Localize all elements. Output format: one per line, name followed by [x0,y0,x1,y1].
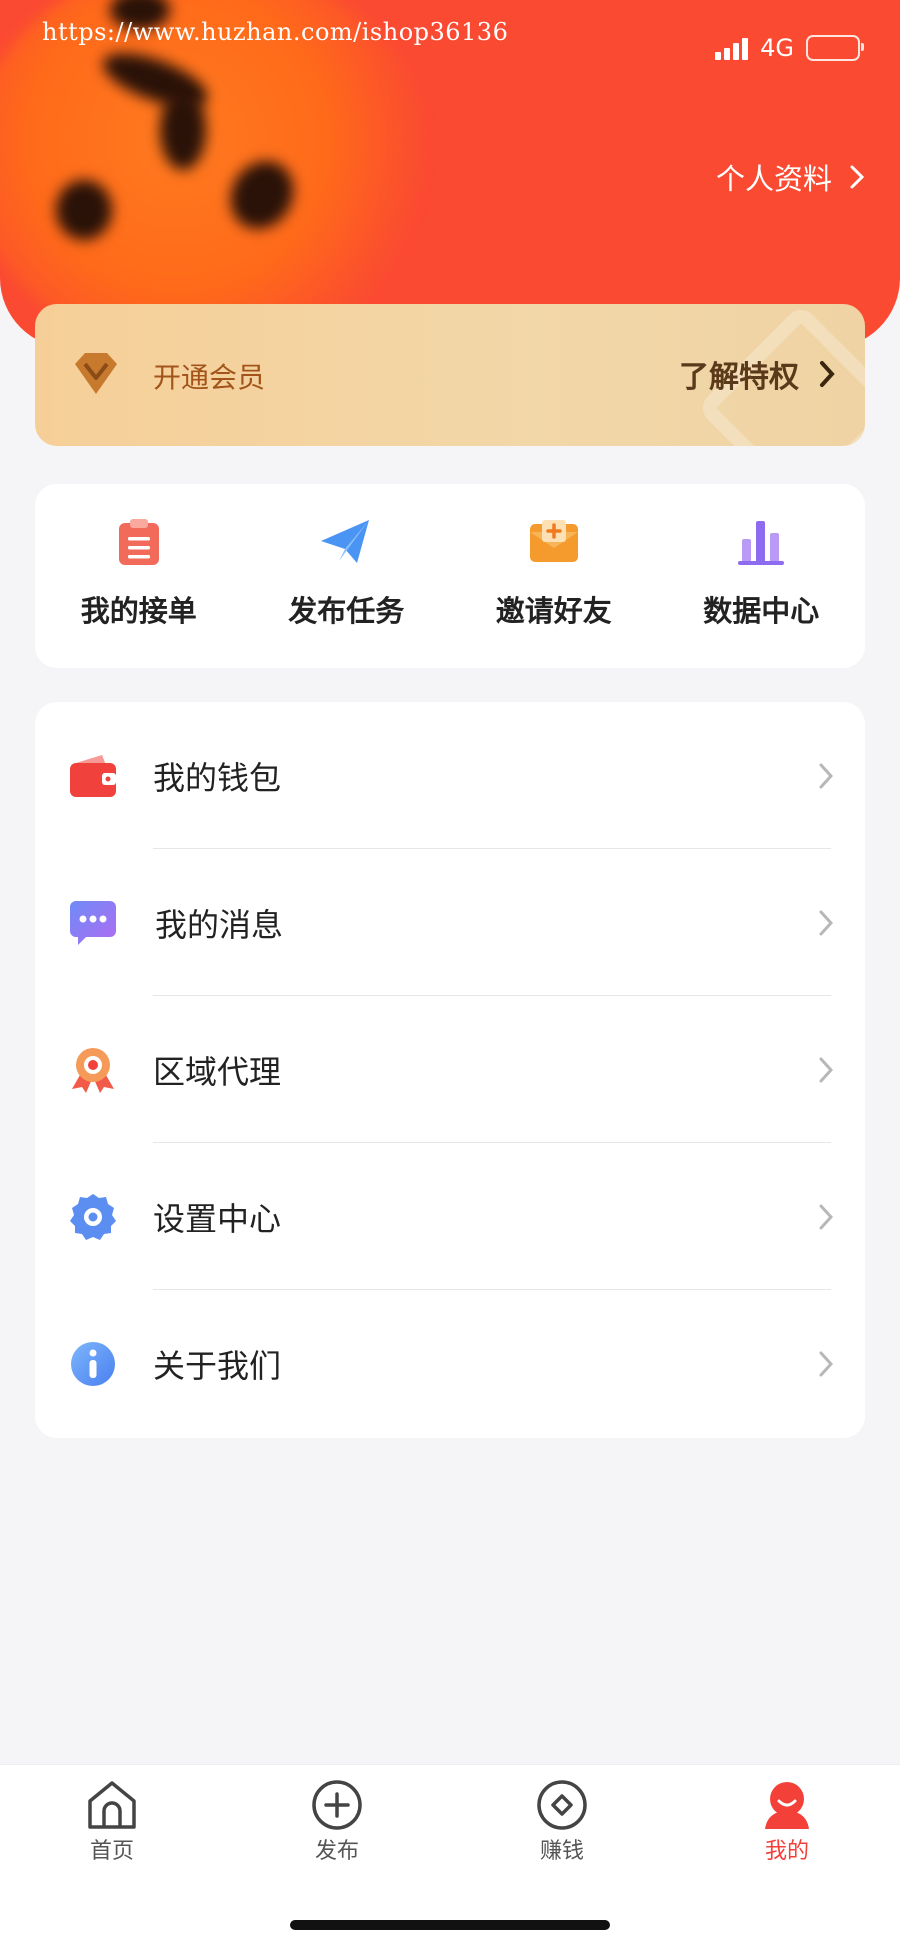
tab-earn[interactable]: 赚钱 [502,1779,622,1865]
diamond-icon [75,353,117,394]
watermark-url: https://www.huzhan.com/ishop36136 [42,18,509,46]
shortcut-label: 邀请好友 [495,594,612,628]
tab-label: 发布 [314,1839,359,1864]
menu-item-label: 设置中心 [153,1199,282,1238]
medal-icon [67,1044,119,1096]
chevron-right-icon [819,1204,833,1229]
vip-privileges-link[interactable]: 了解特权 [679,352,835,396]
menu-item-settings[interactable]: 设置中心 [35,1143,865,1290]
chevron-right-icon [819,1351,833,1376]
chevron-right-icon [819,1057,833,1082]
menu-item-messages[interactable]: 我的消息 [35,849,865,996]
chevron-right-icon [819,763,833,788]
tab-home[interactable]: 首页 [52,1779,172,1865]
message-icon [67,897,119,949]
network-type: 4G [760,34,794,62]
shortcut-invite-friends[interactable]: 邀请好友 [450,484,658,668]
shortcut-label: 我的接单 [80,594,197,628]
tab-publish[interactable]: 发布 [277,1779,397,1865]
tab-label: 首页 [89,1839,134,1864]
shortcut-my-orders[interactable]: 我的接单 [35,484,243,668]
settings-menu: 我的钱包 我的消息 区域代理 设置中心 关于我们 [35,702,865,1438]
info-icon [67,1338,119,1390]
menu-item-label: 我的钱包 [153,758,282,797]
plus-circle-icon [312,1780,362,1830]
menu-item-regional-agent[interactable]: 区域代理 [35,996,865,1143]
shortcut-publish-task[interactable]: 发布任务 [243,484,451,668]
menu-item-label: 区域代理 [153,1052,282,1091]
gear-icon [67,1191,119,1243]
status-bar: 4G [715,34,864,62]
menu-item-about[interactable]: 关于我们 [35,1290,865,1437]
tab-label: 我的 [764,1839,809,1864]
menu-item-label: 关于我们 [153,1346,282,1385]
chevron-right-icon [819,910,833,935]
vip-label: 开通会员 [153,361,266,394]
shortcut-grid: 我的接单 发布任务 邀请好友 数据中心 [35,484,865,668]
profile-link-label: 个人资料 [715,162,832,196]
vip-banner[interactable]: 开通会员 了解特权 [35,304,865,446]
profile-details-link[interactable]: 个人资料 [716,156,864,198]
home-icon [88,1781,136,1829]
chevron-right-icon [850,165,864,189]
shortcut-label: 数据中心 [703,594,820,628]
menu-item-label: 我的消息 [155,905,284,944]
vip-more-label: 了解特权 [679,360,799,395]
tab-mine[interactable]: 我的 [727,1779,847,1865]
shortcut-data-center[interactable]: 数据中心 [658,484,866,668]
menu-item-wallet[interactable]: 我的钱包 [35,702,865,849]
signal-icon [715,36,749,60]
wallet-icon [67,750,119,802]
paper-plane-icon [318,514,374,570]
tab-label: 赚钱 [539,1839,584,1864]
home-indicator[interactable] [290,1920,610,1930]
shortcut-label: 发布任务 [288,594,405,628]
coin-icon [537,1780,587,1830]
bar-chart-icon [733,514,789,570]
chevron-right-icon [820,361,835,387]
clipboard-icon [111,514,167,570]
battery-icon [806,35,864,61]
user-icon [765,1782,809,1829]
invite-envelope-icon [526,514,582,570]
